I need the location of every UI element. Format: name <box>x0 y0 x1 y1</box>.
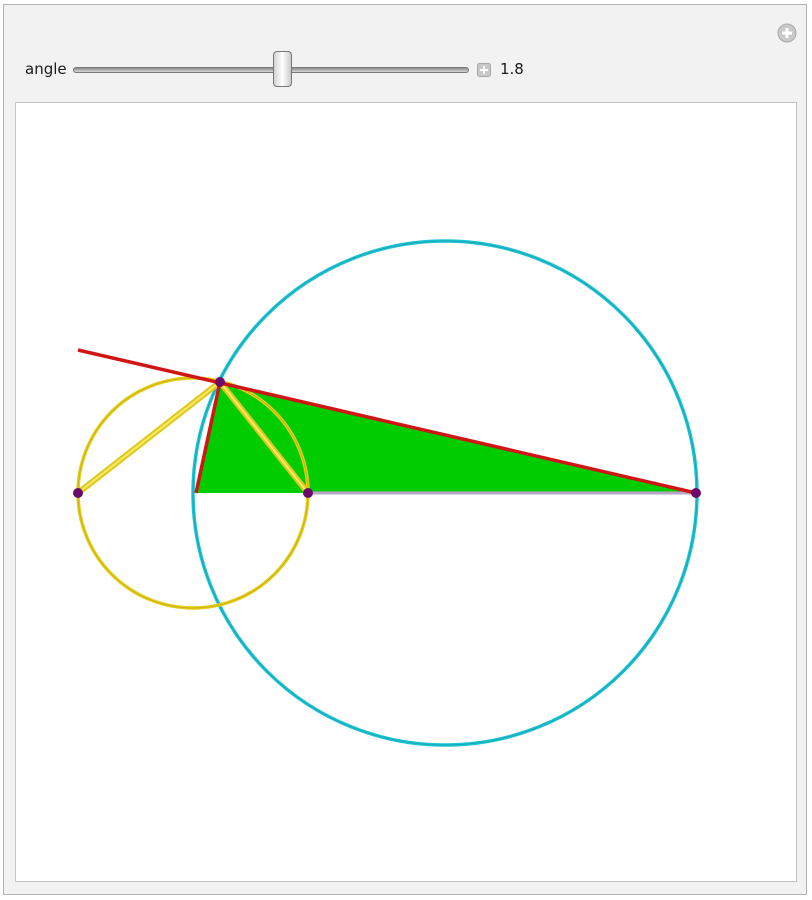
point-middle[interactable] <box>303 488 313 498</box>
point-left[interactable] <box>73 488 83 498</box>
point-right[interactable] <box>691 488 701 498</box>
point-top[interactable] <box>215 377 225 387</box>
geometry-scene <box>73 239 701 747</box>
